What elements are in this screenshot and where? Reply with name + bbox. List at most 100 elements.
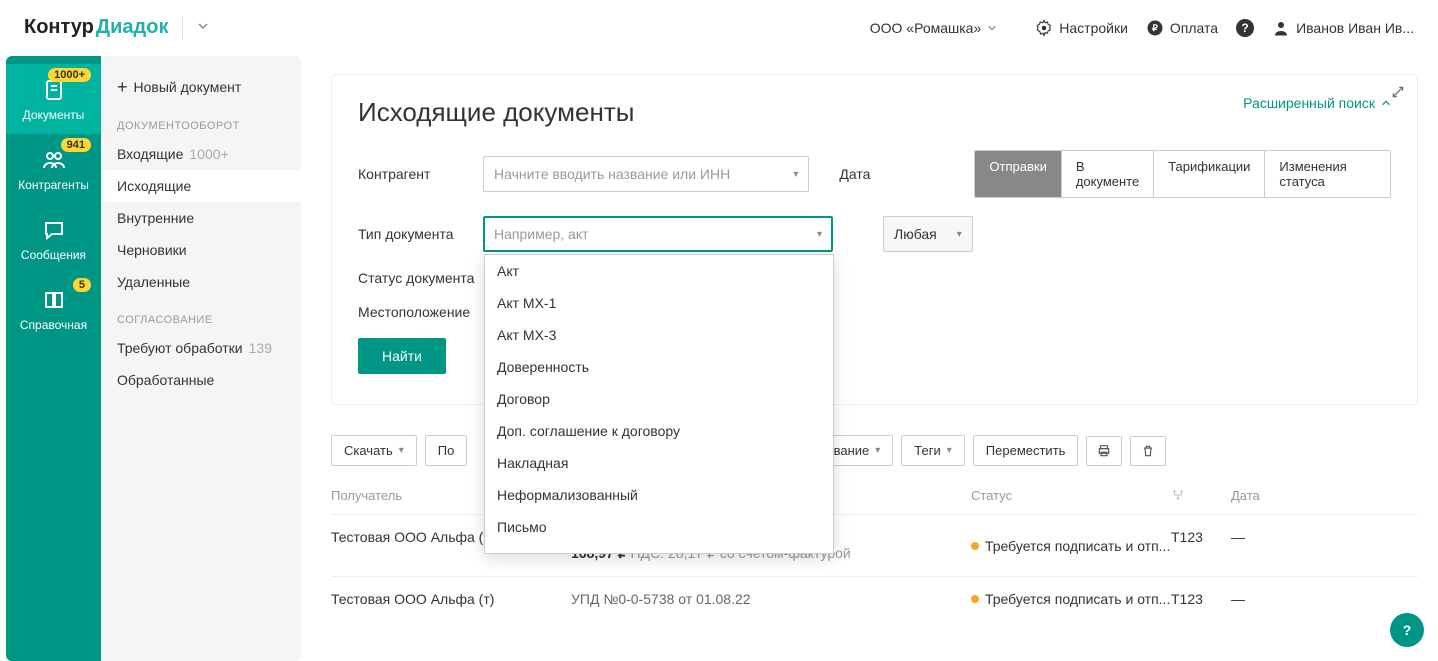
help-link[interactable]: ? — [1236, 19, 1254, 37]
doc-type-option[interactable]: Накладная — [485, 447, 833, 479]
cell-date: — — [1231, 529, 1311, 562]
expand-icon[interactable] — [1391, 85, 1405, 102]
tags-button[interactable]: Теги ▾ — [901, 435, 964, 466]
date-value-selector[interactable]: Любая ▾ — [883, 216, 973, 252]
user-icon — [1272, 19, 1290, 37]
sidebar-processed-label: Обработанные — [117, 372, 214, 388]
doc-type-option[interactable]: Письмо — [485, 511, 833, 543]
chevron-down-icon: ▾ — [947, 445, 952, 456]
chevron-down-icon: ▾ — [399, 445, 404, 456]
settings-link[interactable]: Настройки — [1035, 19, 1128, 37]
cell-tag: Т123 — [1171, 591, 1231, 607]
print-button[interactable] — [1086, 436, 1122, 466]
cell-date: — — [1231, 591, 1311, 607]
label-doc-status: Статус документа — [358, 270, 483, 286]
delete-button[interactable] — [1130, 436, 1166, 466]
date-tab-in-doc[interactable]: В документе — [1062, 151, 1154, 197]
side-panel: + Новый документ ДОКУМЕНТООБОРОТ Входящи… — [101, 56, 301, 661]
label-counterparty: Контрагент — [358, 166, 483, 182]
org-switcher-icon[interactable] — [197, 20, 209, 35]
chat-icon — [40, 216, 68, 244]
status-dot-icon — [971, 542, 979, 550]
doc-type-option[interactable]: Акт МХ-3 — [485, 319, 833, 351]
sidebar-inbox-count: 1000+ — [189, 146, 228, 162]
doc-type-option[interactable]: Неформализованный — [485, 479, 833, 511]
tags-label: Теги — [914, 443, 940, 458]
sign-button[interactable]: По — [425, 435, 468, 466]
sidebar-drafts[interactable]: Черновики — [101, 234, 301, 266]
row-counterparty: Контрагент Начните вводить название или … — [358, 150, 1391, 198]
user-menu[interactable]: Иванов Иван Ив... — [1272, 19, 1414, 37]
nav-documents[interactable]: 1000+ Документы — [6, 64, 101, 134]
doc-type-option[interactable]: Доп. соглашение к договору — [485, 415, 833, 447]
new-document-button[interactable]: + Новый документ — [101, 70, 301, 104]
sidebar-drafts-label: Черновики — [117, 242, 187, 258]
cell-document: УПД №0-0-5738 от 01.08.22 — [571, 591, 971, 607]
nav-counterparties-badge: 941 — [61, 138, 91, 152]
logo[interactable]: Контур Диадок — [24, 16, 168, 39]
sidebar-internal-label: Внутренние — [117, 210, 194, 226]
organization-name: ООО «Ромашка» — [870, 20, 982, 36]
col-status: Статус — [971, 488, 1171, 505]
nav-messages-label: Сообщения — [21, 248, 86, 262]
date-tab-tariff[interactable]: Тарификации — [1154, 151, 1265, 197]
sidebar-need-action-count: 139 — [249, 340, 272, 356]
sidebar-inbox[interactable]: Входящие 1000+ — [101, 138, 301, 170]
header: Контур Диадок ООО «Ромашка» Настройки ₽ … — [0, 0, 1438, 56]
nav-counterparties-label: Контрагенты — [18, 178, 89, 192]
table-row[interactable]: Тестовая ООО Альфа (т) УПД №0-0-5738 от … — [331, 576, 1418, 621]
book-icon — [40, 286, 68, 314]
section-approval-label: СОГЛАСОВАНИЕ — [101, 298, 301, 332]
find-button[interactable]: Найти — [358, 338, 446, 374]
sidebar-outbox-label: Исходящие — [117, 178, 191, 194]
sidebar-processed[interactable]: Обработанные — [101, 364, 301, 396]
counterparty-input[interactable]: Начните вводить название или ИНН ▾ — [483, 156, 809, 192]
nav-counterparties[interactable]: 941 Контрагенты — [6, 134, 101, 204]
logo-product: Диадок — [96, 16, 169, 39]
label-doc-type: Тип документа — [358, 226, 483, 242]
sidebar-outbox[interactable]: Исходящие — [101, 170, 301, 202]
user-name: Иванов Иван Ив... — [1296, 20, 1414, 36]
plus-icon: + — [117, 78, 128, 96]
doc-type-option[interactable]: Договор — [485, 383, 833, 415]
sidebar-inbox-label: Входящие — [117, 146, 183, 162]
floating-help-button[interactable]: ? — [1390, 613, 1424, 647]
date-tab-send[interactable]: Отправки — [975, 151, 1061, 197]
advanced-search-toggle[interactable]: Расширенный поиск — [1243, 95, 1391, 111]
chevron-down-icon: ▾ — [793, 169, 798, 180]
sign-label: По — [438, 443, 455, 458]
doc-type-input[interactable]: Например, акт ▾ АктАкт МХ-1Акт МХ-3Довер… — [483, 216, 833, 252]
ruble-icon: ₽ — [1146, 19, 1164, 37]
trash-icon — [1141, 444, 1155, 458]
doc-type-option[interactable]: Показания электроэнергии — [485, 543, 833, 554]
chevron-up-icon — [1381, 98, 1391, 108]
doc-type-option[interactable]: Доверенность — [485, 351, 833, 383]
sidebar-deleted[interactable]: Удаленные — [101, 266, 301, 298]
sidebar-internal[interactable]: Внутренние — [101, 202, 301, 234]
sidebar-deleted-label: Удаленные — [117, 274, 190, 290]
date-tab-status-change[interactable]: Изменения статуса — [1265, 151, 1390, 197]
nav-reference[interactable]: 5 Справочная — [6, 274, 101, 344]
nav-reference-badge: 5 — [73, 278, 91, 292]
sidebar-need-action[interactable]: Требуют обработки 139 — [101, 332, 301, 364]
row-doc-type: Тип документа Например, акт ▾ АктАкт МХ-… — [358, 216, 1391, 252]
move-label: Переместить — [986, 443, 1066, 458]
doc-type-option[interactable]: Акт МХ-1 — [485, 287, 833, 319]
main: Расширенный поиск Исходящие документы Ко… — [311, 56, 1438, 661]
doc-type-option[interactable]: Акт — [485, 255, 833, 287]
col-routing — [1171, 488, 1231, 505]
help-icon: ? — [1236, 19, 1254, 37]
svg-text:₽: ₽ — [1152, 23, 1158, 33]
col-date: Дата — [1231, 488, 1311, 505]
status-dot-icon — [971, 595, 979, 603]
move-button[interactable]: Переместить — [973, 435, 1079, 466]
organization-selector[interactable]: ООО «Ромашка» — [870, 20, 998, 36]
gear-icon — [1035, 19, 1053, 37]
logo-brand: Контур — [24, 16, 94, 39]
nav-messages[interactable]: Сообщения — [6, 204, 101, 274]
cell-status: Требуется подписать и отп... — [971, 591, 1171, 607]
payment-link[interactable]: ₽ Оплата — [1146, 19, 1218, 37]
date-type-segmented: Отправки В документе Тарификации Изменен… — [974, 150, 1391, 198]
download-button[interactable]: Скачать ▾ — [331, 435, 417, 466]
new-document-label: Новый документ — [134, 79, 242, 95]
